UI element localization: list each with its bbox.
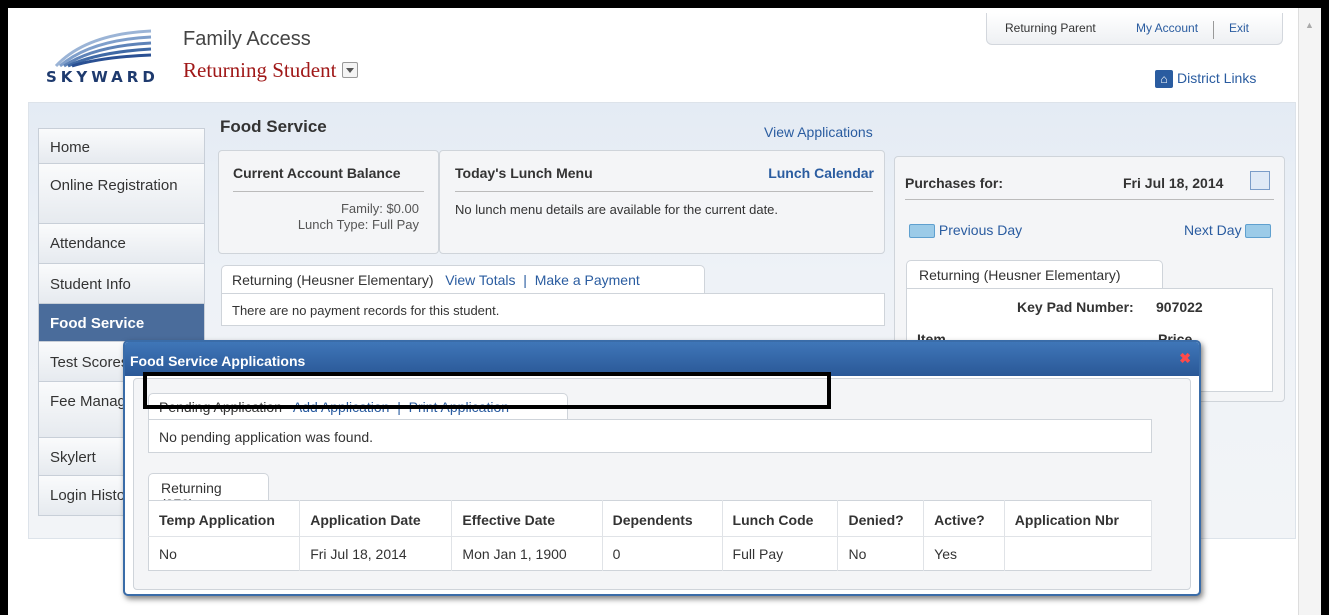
- lunch-type: Lunch Type: Full Pay: [297, 217, 419, 232]
- close-icon[interactable]: ✖: [1179, 350, 1191, 367]
- modal-content: Pending Application Add Application | Pr…: [133, 378, 1191, 590]
- browser-frame: SKYWARD Family Access Returning Student …: [8, 8, 1321, 615]
- building-icon: ⌂: [1155, 70, 1173, 89]
- student-name: Returning Student: [183, 58, 337, 82]
- column-header[interactable]: Application Nbr: [1004, 500, 1153, 537]
- table-cell: [1004, 536, 1153, 571]
- payments-tab[interactable]: Returning (Heusner Elementary) View Tota…: [221, 265, 705, 293]
- applications-modal: Food Service Applications ✖ Pending Appl…: [123, 340, 1201, 596]
- calendar-icon[interactable]: [1250, 171, 1270, 190]
- divider: [233, 191, 424, 192]
- page-title: Food Service: [220, 117, 327, 136]
- payments-tab-label: Returning (Heusner Elementary): [232, 272, 434, 288]
- keypad-label: Key Pad Number:: [1017, 299, 1134, 315]
- link-separator: |: [393, 399, 405, 415]
- family-balance: Family: $0.00: [340, 201, 419, 216]
- lunch-menu-message: No lunch menu details are available for …: [455, 202, 779, 217]
- district-links[interactable]: ⌂ District Links: [1155, 70, 1256, 89]
- balance-title: Current Account Balance: [233, 165, 401, 181]
- add-application-link[interactable]: Add Application: [293, 399, 390, 415]
- pending-application-tab[interactable]: Pending Application Add Application | Pr…: [148, 393, 568, 419]
- table-cell: Fri Jul 18, 2014: [299, 536, 453, 571]
- previous-day-label[interactable]: Previous Day: [939, 222, 1022, 238]
- link-separator: |: [519, 272, 531, 288]
- arrow-right-icon: [1245, 224, 1272, 239]
- column-header[interactable]: Application Date: [299, 500, 453, 537]
- pending-tab-label: Pending Application: [159, 399, 282, 415]
- table-cell: 0: [602, 536, 723, 571]
- print-application-link[interactable]: Print Application: [409, 399, 509, 415]
- returning-tab[interactable]: Returning (870): [148, 473, 269, 512]
- divider: [455, 191, 873, 192]
- table-row[interactable]: No Fri Jul 18, 2014 Mon Jan 1, 1900 0 Fu…: [148, 536, 1153, 571]
- sidebar-item-online-registration[interactable]: Online Registration: [38, 164, 205, 224]
- applications-table: Temp Application Application Date Effect…: [148, 500, 1153, 571]
- header: SKYWARD Family Access Returning Student …: [8, 8, 1298, 100]
- column-header[interactable]: Temp Application: [148, 500, 301, 537]
- modal-title: Food Service Applications: [130, 353, 306, 369]
- purchases-tab-label: Returning (Heusner Elementary): [919, 267, 1121, 283]
- top-links-bar: Returning Parent My Account Exit: [986, 13, 1283, 45]
- column-header[interactable]: Dependents: [602, 500, 723, 537]
- pending-body: No pending application was found.: [148, 419, 1152, 453]
- district-links-label[interactable]: District Links: [1177, 70, 1256, 86]
- keypad-value: 907022: [1156, 299, 1203, 315]
- modal-title-bar[interactable]: Food Service Applications ✖: [125, 342, 1199, 376]
- chevron-down-icon[interactable]: [342, 62, 359, 79]
- purchases-date: Fri Jul 18, 2014: [1123, 175, 1224, 191]
- column-header[interactable]: Lunch Code: [722, 500, 839, 537]
- scroll-up-arrow-icon[interactable]: ▲: [1305, 20, 1314, 30]
- table-cell: No: [837, 536, 925, 571]
- column-header[interactable]: Active?: [923, 500, 1005, 537]
- previous-day-button[interactable]: Previous Day: [909, 222, 1022, 239]
- table-cell: Mon Jan 1, 1900: [451, 536, 603, 571]
- logo-text: SKYWARD: [46, 68, 159, 86]
- current-user: Returning Parent: [1005, 21, 1096, 35]
- vertical-scrollbar[interactable]: ▲: [1298, 8, 1321, 615]
- my-account-link[interactable]: My Account: [1136, 21, 1198, 35]
- column-header[interactable]: Effective Date: [451, 500, 603, 537]
- next-day-button[interactable]: Next Day: [1184, 222, 1272, 239]
- next-day-label[interactable]: Next Day: [1184, 222, 1242, 238]
- skyward-logo[interactable]: SKYWARD: [46, 26, 156, 86]
- logo-swoosh-icon: [54, 29, 152, 68]
- lunch-calendar-link[interactable]: Lunch Calendar: [768, 165, 874, 181]
- make-payment-link[interactable]: Make a Payment: [535, 272, 640, 288]
- table-cell: Full Pay: [722, 536, 839, 571]
- sidebar-item-food-service[interactable]: Food Service: [38, 304, 205, 342]
- purchases-label: Purchases for:: [905, 175, 1004, 191]
- sidebar-item-home[interactable]: Home: [38, 128, 205, 164]
- lunch-menu-panel: Today's Lunch Menu Lunch Calendar No lun…: [439, 150, 885, 254]
- payments-message: There are no payment records for this st…: [232, 303, 500, 318]
- lunch-menu-title: Today's Lunch Menu: [455, 165, 593, 181]
- table-cell: Yes: [923, 536, 1005, 571]
- purchases-tab[interactable]: Returning (Heusner Elementary): [906, 260, 1163, 288]
- app-title: Family Access: [183, 28, 311, 50]
- account-balance-panel: Current Account Balance Family: $0.00 Lu…: [218, 150, 439, 254]
- sidebar-item-attendance[interactable]: Attendance: [38, 224, 205, 264]
- payments-body: There are no payment records for this st…: [221, 293, 885, 326]
- divider: [1213, 21, 1214, 39]
- sidebar-item-student-info[interactable]: Student Info: [38, 264, 205, 304]
- arrow-left-icon: [909, 224, 935, 239]
- exit-link[interactable]: Exit: [1229, 21, 1249, 35]
- pending-message: No pending application was found.: [159, 429, 374, 445]
- table-cell: No: [148, 536, 301, 571]
- view-totals-link[interactable]: View Totals: [445, 272, 515, 288]
- column-header[interactable]: Denied?: [837, 500, 925, 537]
- divider: [905, 199, 1274, 200]
- table-header-row: Temp Application Application Date Effect…: [148, 500, 1153, 537]
- view-applications-link[interactable]: View Applications: [764, 124, 873, 140]
- student-selector[interactable]: Returning Student: [183, 58, 359, 83]
